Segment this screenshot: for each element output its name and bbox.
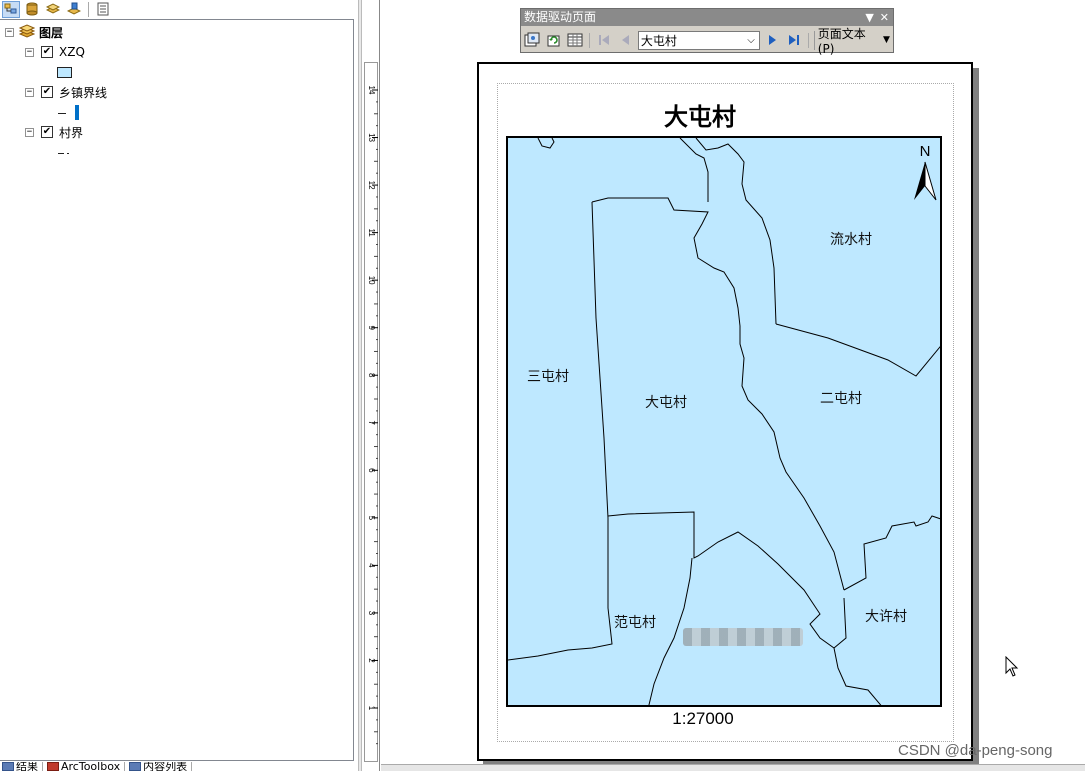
collapse-icon[interactable]: − [25, 127, 34, 137]
contents-icon [129, 762, 142, 771]
village-label: 范屯村 [614, 615, 656, 631]
scale-text[interactable]: 1:27000 [640, 709, 766, 729]
line-symbol-icon[interactable] [58, 153, 64, 154]
layout-bottom-toolbar [381, 764, 1085, 771]
layer-visibility-checkbox[interactable]: ✔ [41, 86, 53, 98]
mouse-cursor-icon [1005, 656, 1019, 677]
north-arrow-icon[interactable]: N [910, 142, 940, 208]
toolbar-separator [88, 1, 89, 17]
ruler-label: 3 [367, 611, 376, 616]
village-label: 三屯村 [527, 369, 569, 385]
layer-name: 村界 [59, 125, 84, 140]
tab-results[interactable]: 结果 [2, 762, 43, 771]
blue-line-symbol-icon[interactable] [75, 105, 79, 120]
watermark: CSDN @da-peng-song [898, 742, 1053, 759]
ruler-label: 1 [367, 706, 376, 711]
village-label: 二屯村 [820, 391, 862, 407]
list-by-selection-icon[interactable] [65, 1, 83, 18]
vertical-ruler: 14 13 12 11 10 9 8 7 6 5 4 3 2 1 [362, 0, 380, 771]
refresh-ddp-button[interactable] [544, 31, 562, 50]
options-icon[interactable] [94, 1, 112, 18]
ruler-label: 11 [367, 228, 376, 237]
ruler-ticks: 14 13 12 11 10 9 8 7 6 5 4 3 2 1 [367, 86, 378, 745]
layer-row-village-boundary[interactable]: − ✔ 村界 [25, 123, 83, 141]
blurred-redaction [683, 628, 803, 646]
layer-visibility-checkbox[interactable]: ✔ [41, 126, 53, 138]
toc-root-label: 图层 [39, 25, 64, 40]
layer-row-xzq[interactable]: − ✔ XZQ [25, 43, 85, 61]
tab-label: 结果 [16, 762, 38, 771]
map-title[interactable]: 大屯村 [600, 97, 800, 132]
toc-root-row[interactable]: − 图层 [5, 23, 63, 41]
toc-tree: − 图层 − ✔ XZQ − ✔ 乡镇界线 − ✔ 村界 [0, 19, 354, 761]
setup-ddp-button[interactable] [523, 31, 541, 50]
toolbar-separator [589, 32, 591, 48]
line-symbol-icon[interactable] [58, 113, 66, 114]
layer-name: 乡镇界线 [59, 85, 108, 100]
setup-icon [524, 32, 540, 47]
last-page-icon [788, 35, 799, 45]
data-driven-pages-toolbar: 数据驱动页面 ▼ ✕ 大屯村 ⌵ 页面文本(P) ▼ [520, 8, 894, 56]
collapse-icon[interactable]: − [25, 47, 34, 57]
ruler-label: 7 [367, 421, 376, 426]
collapse-icon[interactable]: − [5, 27, 14, 37]
village-label: 大屯村 [645, 395, 687, 411]
collapse-icon[interactable]: − [25, 87, 34, 97]
ruler-label: 13 [367, 133, 376, 142]
ruler-label: 2 [367, 658, 376, 663]
tab-arctoolbox[interactable]: ArcToolbox [47, 762, 126, 771]
ddp-title: 数据驱动页面 [524, 10, 597, 24]
page-table-button[interactable] [566, 31, 584, 50]
previous-page-icon [621, 35, 629, 45]
tab-label: 内容列表 [143, 762, 188, 771]
toc-bottom-tabs: 结果 ArcToolbox 内容列表 [0, 762, 358, 771]
ruler-label: 6 [367, 468, 376, 473]
page-select[interactable]: 大屯村 ⌵ [637, 30, 761, 50]
layer-name: XZQ [59, 45, 85, 59]
layers-icon [18, 23, 36, 41]
ruler-label: 4 [367, 563, 376, 568]
toolbox-icon [47, 762, 59, 771]
last-page-button[interactable] [784, 31, 802, 50]
ruler-label: 14 [367, 86, 376, 95]
list-by-visibility-icon[interactable] [44, 1, 62, 18]
ruler-label: 8 [367, 373, 376, 378]
close-icon[interactable]: ✕ [880, 9, 889, 26]
polygon-symbol-icon[interactable] [57, 67, 72, 78]
table-icon [567, 33, 583, 47]
toolbar-dropdown-icon[interactable]: ▼ [865, 9, 873, 26]
north-arrow-label: N [920, 143, 931, 160]
tab-label: ArcToolbox [61, 762, 121, 771]
table-of-contents-panel: − 图层 − ✔ XZQ − ✔ 乡镇界线 − ✔ 村界 结果 ArcToolb… [0, 0, 358, 771]
page-text-dropdown-button[interactable]: 页面文本(P) ▼ [813, 27, 893, 56]
first-page-button[interactable] [595, 31, 613, 50]
dropdown-arrow-icon: ▼ [883, 35, 890, 45]
layer-visibility-checkbox[interactable]: ✔ [41, 46, 53, 58]
next-page-button[interactable] [763, 31, 781, 50]
list-by-source-icon[interactable] [23, 1, 41, 18]
village-label: 大许村 [865, 609, 907, 625]
toolbar-separator [807, 32, 809, 48]
first-page-icon [599, 35, 610, 45]
results-icon [2, 762, 14, 771]
page-select-value: 大屯村 [640, 33, 677, 48]
ruler-label: 9 [367, 325, 376, 330]
list-by-drawing-order-icon[interactable] [2, 0, 20, 18]
tab-table-of-contents[interactable]: 内容列表 [129, 762, 193, 771]
village-label: 流水村 [830, 232, 872, 248]
ddp-controls: 大屯村 ⌵ 页面文本(P) ▼ [523, 27, 893, 56]
toc-toolbar [0, 0, 358, 18]
previous-page-button[interactable] [617, 31, 635, 50]
page-text-label: 页面文本(P) [817, 26, 866, 56]
refresh-icon [547, 35, 560, 47]
next-page-icon [769, 35, 777, 45]
layer-row-township-boundary[interactable]: − ✔ 乡镇界线 [25, 83, 107, 101]
ruler-label: 5 [367, 516, 376, 521]
ddp-titlebar[interactable]: 数据驱动页面 ▼ ✕ [521, 9, 893, 26]
ruler-label: 10 [367, 276, 376, 285]
ruler-label: 12 [367, 181, 376, 190]
line-symbol-dot-icon [67, 153, 69, 154]
chevron-down-icon[interactable]: ⌵ [743, 32, 759, 49]
